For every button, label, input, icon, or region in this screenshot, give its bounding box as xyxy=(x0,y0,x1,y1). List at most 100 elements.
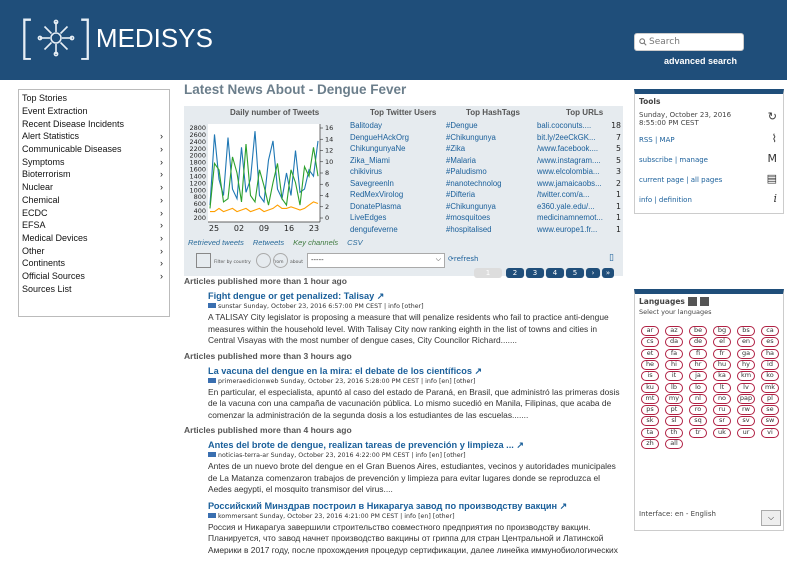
medisys-logo[interactable]: [ ] MEDISYS xyxy=(18,14,213,62)
language-button[interactable]: rw xyxy=(737,405,755,416)
language-button[interactable]: lo xyxy=(689,382,707,393)
language-button[interactable]: es xyxy=(761,337,779,348)
rss-map-link[interactable]: RSS | MAP xyxy=(639,136,675,144)
language-button[interactable]: en xyxy=(737,337,755,348)
language-button[interactable]: pap xyxy=(737,393,755,404)
twitter-user-link[interactable]: RedMexVirolog xyxy=(350,189,409,201)
url-link[interactable]: www.elcolombia... xyxy=(537,166,603,178)
language-button[interactable]: ro xyxy=(689,405,707,416)
url-link[interactable]: e360.yale.edu/... xyxy=(537,201,603,213)
url-link[interactable]: bit.ly/2eeCkGK... xyxy=(537,132,603,144)
language-button[interactable]: ko xyxy=(761,371,779,382)
language-button[interactable]: el xyxy=(713,337,731,348)
language-button[interactable]: az xyxy=(665,326,683,336)
external-link-icon[interactable]: ↗ xyxy=(374,291,385,301)
url-link[interactable]: medicinamnemot... xyxy=(537,212,603,224)
language-button[interactable]: sl xyxy=(665,416,683,427)
language-button[interactable]: he xyxy=(641,359,659,370)
language-button[interactable]: sk xyxy=(641,416,659,427)
twitter-user-link[interactable]: dengufeverne xyxy=(350,224,409,236)
language-button[interactable]: ca xyxy=(761,326,779,336)
url-link[interactable]: www.europe1.fr... xyxy=(537,224,603,236)
language-button[interactable]: uk xyxy=(713,427,731,438)
hashtag-link[interactable]: #hospitalised xyxy=(446,224,502,236)
nav-item[interactable]: Symptoms › xyxy=(19,155,169,168)
language-button[interactable]: tr xyxy=(689,427,707,438)
language-button[interactable]: th xyxy=(665,427,683,438)
url-link[interactable]: www.jamaicaobs... xyxy=(537,178,603,190)
language-button[interactable]: ku xyxy=(641,382,659,393)
language-button[interactable]: et xyxy=(641,348,659,359)
language-button[interactable]: my xyxy=(665,393,683,404)
hashtag-link[interactable]: #Zika xyxy=(446,143,502,155)
info-link[interactable]: info | definition xyxy=(639,196,692,204)
nav-item[interactable]: Chemical › xyxy=(19,194,169,207)
info-icon[interactable]: i xyxy=(773,192,777,205)
language-button[interactable]: bs xyxy=(737,326,755,336)
nav-item[interactable]: Event Extraction xyxy=(19,105,169,118)
chart-tab[interactable]: Retweets xyxy=(253,238,284,247)
language-button[interactable]: ta xyxy=(641,427,659,438)
hashtag-link[interactable]: #Difteria xyxy=(446,189,502,201)
article-title-link[interactable]: Российский Минздрав построил в Никарагуа… xyxy=(208,501,557,511)
nav-item[interactable]: ECDC › xyxy=(19,206,169,219)
language-button[interactable]: hu xyxy=(713,359,731,370)
language-button[interactable]: se xyxy=(761,405,779,416)
language-button[interactable]: fr xyxy=(713,348,731,359)
language-button[interactable]: zh xyxy=(641,439,659,449)
language-button[interactable]: hy xyxy=(737,359,755,370)
language-button[interactable]: lv xyxy=(737,382,755,393)
language-button[interactable]: hr xyxy=(689,359,707,370)
hashtag-link[interactable]: #Paludismo xyxy=(446,166,502,178)
language-button[interactable]: lt xyxy=(713,382,731,393)
language-button[interactable]: it xyxy=(665,371,683,382)
language-button[interactable]: cs xyxy=(641,337,659,348)
twitter-user-link[interactable]: Balitoday xyxy=(350,120,409,132)
language-button[interactable]: sw xyxy=(761,416,779,427)
language-button[interactable]: is xyxy=(641,371,659,382)
language-button[interactable]: ar xyxy=(641,326,659,336)
language-button[interactable]: ps xyxy=(641,405,659,416)
language-button[interactable]: id xyxy=(761,359,779,370)
source-select[interactable]: ----- ⌵ xyxy=(307,253,445,268)
subscribe-link[interactable]: subscribe | manage xyxy=(639,156,708,164)
language-button[interactable]: be xyxy=(689,326,707,336)
url-link[interactable]: /www.instagram.... xyxy=(537,155,603,167)
nav-item[interactable]: Alert Statistics › xyxy=(19,130,169,143)
language-button[interactable]: ha xyxy=(761,348,779,359)
language-button[interactable]: de xyxy=(689,337,707,348)
twitter-user-link[interactable]: ChikungunyaNe xyxy=(350,143,409,155)
external-link-icon[interactable]: ↗ xyxy=(472,366,483,376)
twitter-user-link[interactable]: DengueHAckOrg xyxy=(350,132,409,144)
language-button[interactable]: mt xyxy=(641,393,659,404)
hashtag-link[interactable]: #nanotechnolog xyxy=(446,178,502,190)
nav-item[interactable]: Medical Devices › xyxy=(19,232,169,245)
nav-item[interactable]: Continents › xyxy=(19,257,169,270)
language-button[interactable]: pt xyxy=(665,405,683,416)
language-button[interactable]: sv xyxy=(737,416,755,427)
hashtag-link[interactable]: #Dengue xyxy=(446,120,502,132)
url-link[interactable]: /twitter.com/a... xyxy=(537,189,603,201)
print-icon[interactable]: ▤ xyxy=(767,172,777,185)
chart-tab[interactable]: Key channels xyxy=(293,238,338,247)
language-button[interactable]: ga xyxy=(737,348,755,359)
language-button[interactable]: sr xyxy=(713,416,731,427)
nav-item[interactable]: Sources List xyxy=(19,282,169,295)
nav-item[interactable]: Bioterrorism › xyxy=(19,168,169,181)
chart-tab[interactable]: CSV xyxy=(347,238,362,247)
language-button[interactable]: ur xyxy=(737,427,755,438)
language-button[interactable]: all xyxy=(665,439,683,449)
nav-item[interactable]: Top Stories xyxy=(19,92,169,105)
current-page-link[interactable]: current page | all pages xyxy=(639,176,722,184)
url-link[interactable]: /www.facebook.... xyxy=(537,143,603,155)
nav-item[interactable]: Recent Disease Incidents xyxy=(19,117,169,130)
document-icon[interactable]: ▯ xyxy=(609,253,614,263)
hashtag-link[interactable]: #Chikungunya xyxy=(446,201,502,213)
language-button[interactable]: fi xyxy=(689,348,707,359)
advanced-search-link[interactable]: advanced search xyxy=(664,56,737,66)
interface-dropdown[interactable]: ⌵ xyxy=(761,510,781,526)
chart-tab[interactable]: Retrieved tweets xyxy=(188,238,244,247)
rss-icon[interactable]: ⌇ xyxy=(772,132,777,145)
twitter-user-link[interactable]: DonatePlasma xyxy=(350,201,409,213)
language-button[interactable]: nl xyxy=(689,393,707,404)
